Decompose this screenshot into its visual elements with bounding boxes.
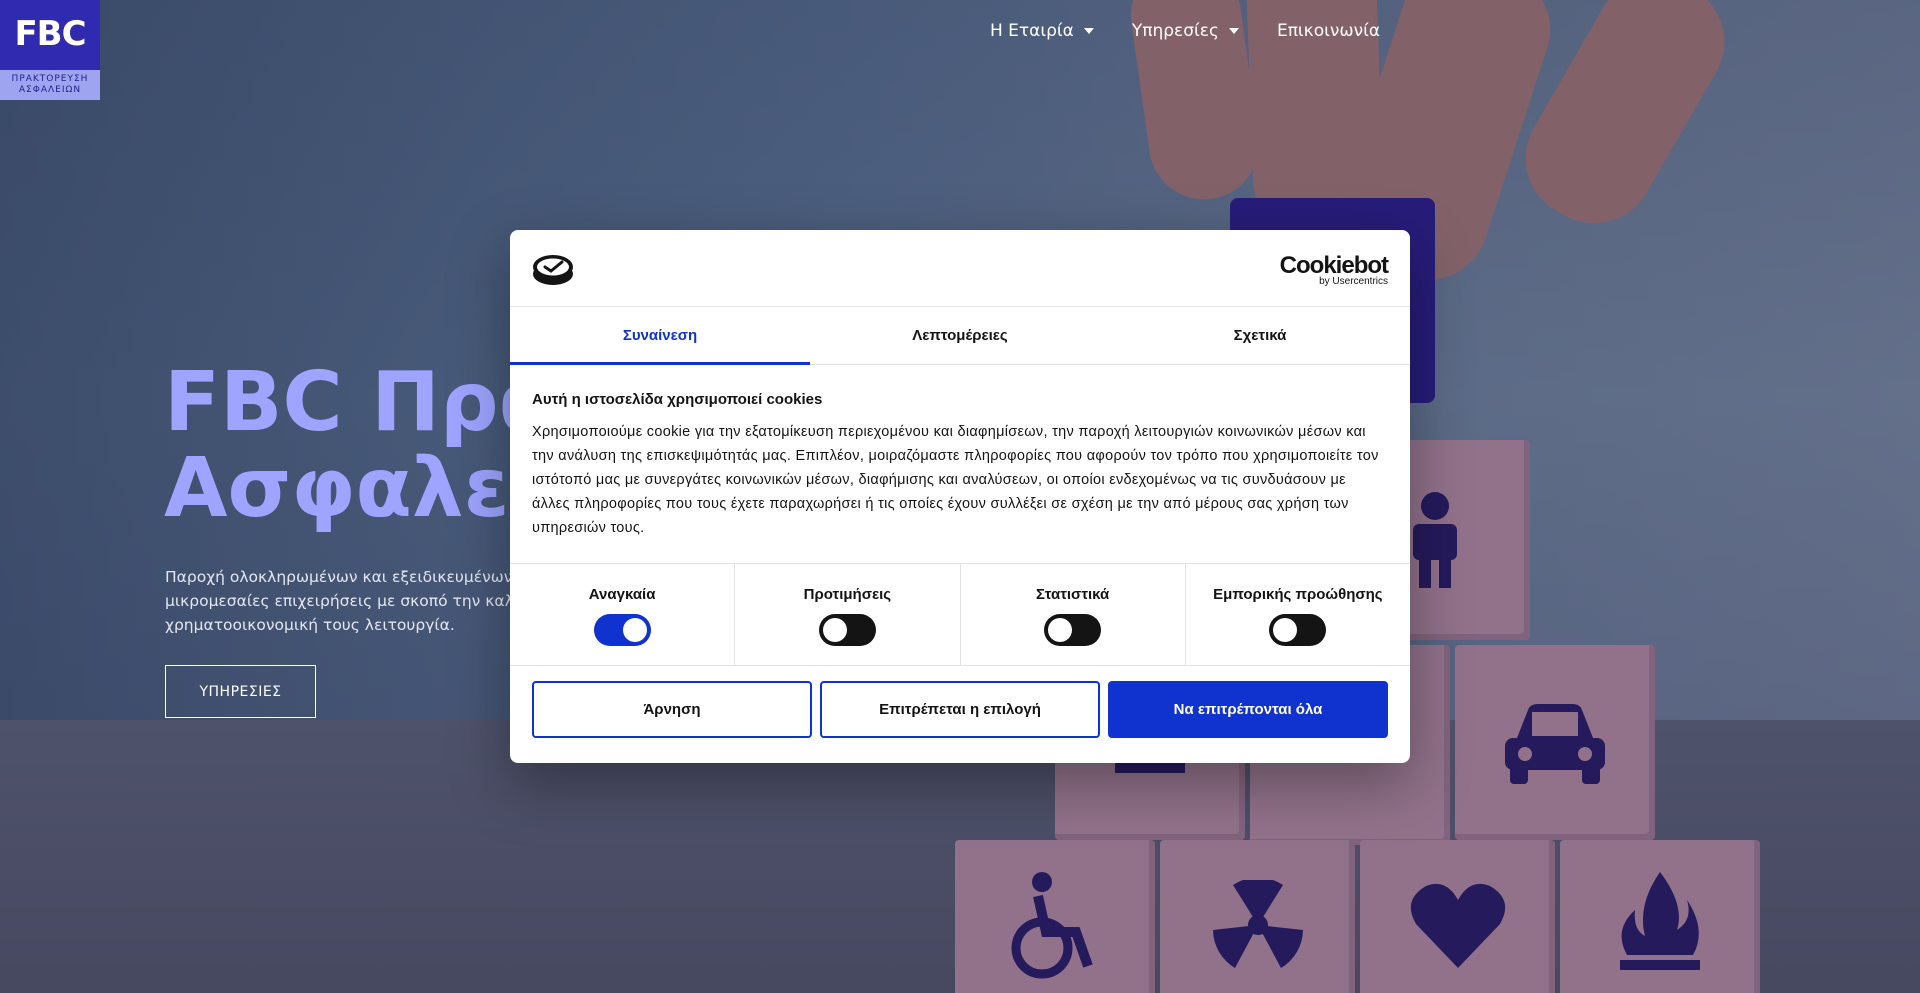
switch-knob: [1048, 618, 1073, 642]
switch-knob: [1273, 618, 1298, 642]
toggle-marketing: Εμπορικής προώθησης: [1186, 564, 1410, 665]
caret-down-icon: [1228, 28, 1239, 34]
consent-toggles: Αναγκαία Προτιμήσεις Στατιστικά Εμπορική…: [510, 563, 1410, 666]
allow-all-button[interactable]: Να επιτρέπονται όλα: [1108, 681, 1388, 738]
dialog-heading: Αυτή η ιστοσελίδα χρησιμοποιεί cookies: [532, 391, 823, 408]
hero-title: FBC Πρα Ασφαλει: [164, 360, 524, 532]
tab-consent[interactable]: Συναίνεση: [510, 307, 810, 365]
preferences-switch[interactable]: [818, 614, 876, 646]
caret-down-icon: [1083, 28, 1094, 34]
hero-desc-line1: Παροχή ολοκληρωμένων και εξειδικευμένων …: [165, 568, 510, 586]
cookie-consent-icon[interactable]: [532, 253, 574, 286]
allow-selection-button[interactable]: Επιτρέπεται η επιλογή: [820, 681, 1100, 738]
nav-item-services[interactable]: Υπηρεσίες: [1132, 21, 1239, 41]
toggle-label: Προτιμήσεις: [803, 586, 892, 603]
dialog-header: Cookiebot by Usercentrics: [510, 230, 1410, 307]
dialog-tabs: Συναίνεση Λεπτομέρειες Σχετικά: [510, 307, 1410, 365]
marketing-switch[interactable]: [1269, 614, 1327, 646]
hero-desc-line3: χρηματοοικονομική τους λειτουργία.: [165, 616, 455, 634]
main-nav: Η Εταιρία Υπηρεσίες Επικοινωνία: [990, 21, 1418, 41]
deny-button[interactable]: Άρνηση: [532, 681, 812, 738]
toggle-statistics: Στατιστικά: [961, 564, 1186, 665]
nav-item-label: Υπηρεσίες: [1131, 21, 1219, 41]
nav-item-label: Η Εταιρία: [990, 21, 1074, 41]
logo-sub-line1: ΠΡΑΚΤΟΡΕΥΣΗ: [11, 74, 89, 84]
necessary-switch[interactable]: [593, 614, 651, 646]
logo-subtitle: ΠΡΑΚΤΟΡΕΥΣΗ ΑΣΦΑΛΕΙΩΝ: [0, 70, 100, 100]
dialog-text: Χρησιμοποιούμε cookie για την εξατομίκευ…: [532, 424, 1379, 536]
hero-title-line2: Ασφαλει: [164, 441, 524, 532]
site-logo[interactable]: FBC ΠΡΑΚΤΟΡΕΥΣΗ ΑΣΦΑΛΕΙΩΝ: [0, 0, 100, 100]
toggle-necessary: Αναγκαία: [510, 564, 736, 665]
services-button[interactable]: ΥΠΗΡΕΣΙΕΣ: [165, 665, 316, 718]
dialog-body: Αυτή η ιστοσελίδα χρησιμοποιεί cookies Χ…: [510, 365, 1410, 563]
hero-description: Παροχή ολοκληρωμένων και εξειδικευμένων …: [165, 565, 510, 637]
tab-about[interactable]: Σχετικά: [1110, 307, 1410, 364]
nav-item-company[interactable]: Η Εταιρία: [990, 21, 1094, 41]
dialog-actions: Άρνηση Επιτρέπεται η επιλογή Να επιτρέπο…: [510, 666, 1410, 738]
cookiebot-logo[interactable]: Cookiebot by Usercentrics: [1280, 252, 1389, 287]
statistics-switch[interactable]: [1044, 614, 1102, 646]
hero-desc-line2: μικρομεσαίες επιχειρήσεις με σκοπό την κ…: [165, 592, 510, 610]
nav-item-label: Επικοινωνία: [1276, 21, 1381, 41]
switch-knob: [822, 618, 847, 642]
toggle-label: Στατιστικά: [1035, 586, 1110, 603]
hero-title-line1: FBC Πρα: [164, 360, 524, 450]
switch-knob: [622, 618, 647, 642]
toggle-label: Αναγκαία: [588, 586, 656, 603]
toggle-label: Εμπορικής προώθησης: [1213, 586, 1383, 603]
tab-details[interactable]: Λεπτομέρειες: [810, 307, 1110, 364]
toggle-preferences: Προτιμήσεις: [735, 564, 961, 665]
cookie-consent-dialog: Cookiebot by Usercentrics Συναίνεση Λεπτ…: [510, 230, 1410, 763]
nav-item-contact[interactable]: Επικοινωνία: [1277, 21, 1380, 41]
logo-text: FBC: [14, 14, 86, 54]
logo-sub-line2: ΑΣΦΑΛΕΙΩΝ: [18, 85, 82, 95]
